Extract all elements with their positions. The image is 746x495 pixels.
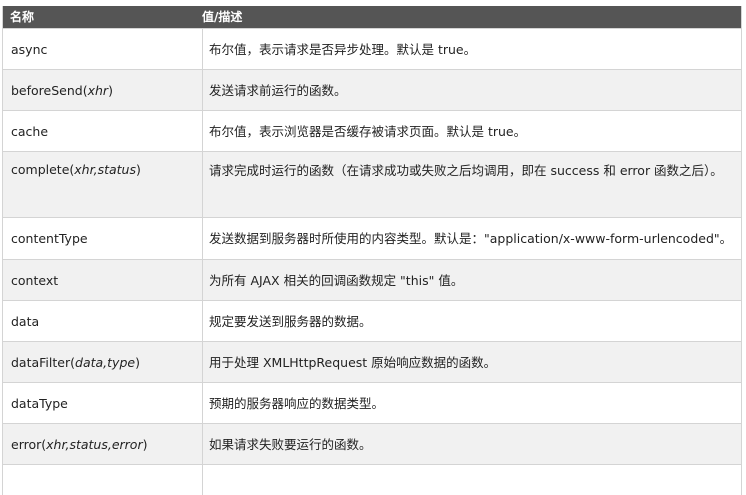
row-desc: 发送请求前运行的函数。 xyxy=(209,82,347,98)
row-desc: 布尔值，表示浏览器是否缓存被请求页面。默认是 true。 xyxy=(209,123,527,139)
table-row: error(xhr,status,error) 如果请求失败要运行的函数。 xyxy=(3,423,741,464)
row-name: dataType xyxy=(3,383,203,423)
row-name: cache xyxy=(3,111,203,151)
row-name: data xyxy=(3,301,203,341)
row-desc: 为所有 AJAX 相关的回调函数规定 "this" 值。 xyxy=(209,272,464,288)
table-row: dataFilter(data,type) 用于处理 XMLHttpReques… xyxy=(3,341,741,382)
row-name: async xyxy=(3,29,203,69)
header-name: 名称 xyxy=(10,10,35,24)
table-row: beforeSend(xhr) 发送请求前运行的函数。 xyxy=(3,69,741,110)
row-desc: 发送数据到服务器时所使用的内容类型。默认是："application/x-www… xyxy=(209,231,733,246)
row-desc: 如果请求失败要运行的函数。 xyxy=(209,436,372,452)
table-row-partial xyxy=(3,464,741,495)
row-name: dataFilter(data,type) xyxy=(3,342,203,382)
options-table: 名称 值/描述 async 布尔值，表示请求是否异步处理。默认是 true。 b… xyxy=(2,6,742,495)
row-desc: 布尔值，表示请求是否异步处理。默认是 true。 xyxy=(209,41,477,57)
row-name: context xyxy=(3,260,203,300)
table-row: complete(xhr,status) 请求完成时运行的函数（在请求成功或失败… xyxy=(3,151,741,217)
table-row: data 规定要发送到服务器的数据。 xyxy=(3,300,741,341)
header-desc: 值/描述 xyxy=(202,10,243,24)
row-name: complete(xhr,status) xyxy=(3,152,203,217)
row-desc: 预期的服务器响应的数据类型。 xyxy=(209,395,385,411)
row-desc: 请求完成时运行的函数（在请求成功或失败之后均调用，即在 success 和 er… xyxy=(209,163,723,178)
table-header: 名称 值/描述 xyxy=(3,6,741,28)
table-row: dataType 预期的服务器响应的数据类型。 xyxy=(3,382,741,423)
table-row: cache 布尔值，表示浏览器是否缓存被请求页面。默认是 true。 xyxy=(3,110,741,151)
row-name: contentType xyxy=(3,218,203,259)
table-row: context 为所有 AJAX 相关的回调函数规定 "this" 值。 xyxy=(3,259,741,300)
row-desc: 规定要发送到服务器的数据。 xyxy=(209,313,372,329)
table-row: async 布尔值，表示请求是否异步处理。默认是 true。 xyxy=(3,28,741,69)
row-name: error(xhr,status,error) xyxy=(3,424,203,464)
row-desc: 用于处理 XMLHttpRequest 原始响应数据的函数。 xyxy=(209,354,497,370)
row-name: beforeSend(xhr) xyxy=(3,70,203,110)
table-row: contentType 发送数据到服务器时所使用的内容类型。默认是："appli… xyxy=(3,217,741,259)
